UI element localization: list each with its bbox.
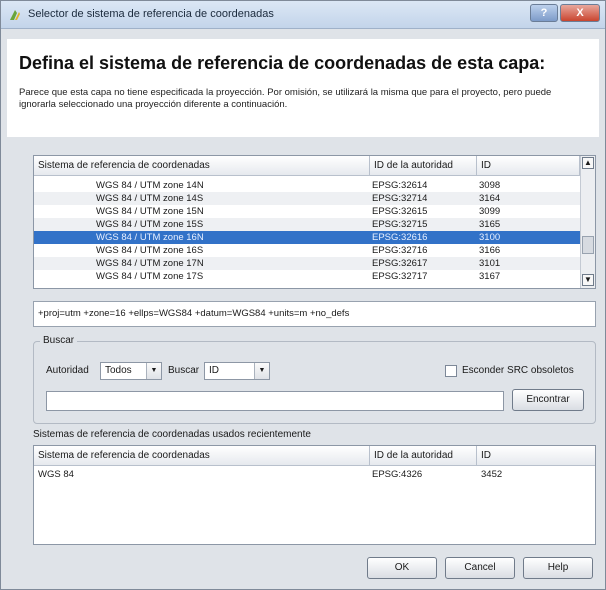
title-bar: Selector de sistema de referencia de coo… xyxy=(1,1,605,29)
table-row[interactable]: WGS 84 / UTM zone 15N EPSG:32615 3099 xyxy=(34,205,580,218)
page-title: Defina el sistema de referencia de coord… xyxy=(19,53,546,73)
crs-id: 3099 xyxy=(479,206,501,217)
crs-authority: EPSG:32714 xyxy=(372,193,428,204)
table-row[interactable]: WGS 84 EPSG:4326 3452 xyxy=(34,468,595,481)
crs-table-scrollbar[interactable]: ▲ ▼ xyxy=(580,156,595,288)
table-row[interactable]: WGS 84 / UTM zone 17S EPSG:32717 3167 xyxy=(34,270,580,288)
authority-combo-value: Todos xyxy=(105,365,132,376)
search-input[interactable] xyxy=(46,391,504,411)
hide-obsolete-checkbox[interactable] xyxy=(445,365,457,377)
crs-id: 3100 xyxy=(479,232,501,243)
crs-id: 3166 xyxy=(479,245,501,256)
table-row[interactable]: WGS 84 / UTM zone 14S EPSG:32714 3164 xyxy=(34,192,580,205)
crs-id: 3101 xyxy=(479,258,501,269)
crs-name: WGS 84 xyxy=(38,469,74,480)
authority-label: Autoridad xyxy=(46,365,89,376)
search-group-label: Buscar xyxy=(40,335,78,346)
crs-name: WGS 84 / UTM zone 14N xyxy=(96,180,204,191)
search-by-combo[interactable]: ID ▼ xyxy=(204,362,270,380)
crs-id: 3167 xyxy=(479,271,501,282)
hide-obsolete-label: Esconder SRC obsoletos xyxy=(462,365,574,376)
recent-table-header: Sistema de referencia de coordenadas ID … xyxy=(34,446,595,466)
crs-name: WGS 84 / UTM zone 16S xyxy=(96,245,204,256)
crs-authority: EPSG:32715 xyxy=(372,219,428,230)
crs-id: 3165 xyxy=(479,219,501,230)
search-group: Buscar Autoridad Todos ▼ Buscar ID ▼ Esc… xyxy=(33,335,596,424)
crs-authority: EPSG:32716 xyxy=(372,245,428,256)
crs-authority: EPSG:32717 xyxy=(372,271,428,282)
column-header-id[interactable]: ID xyxy=(477,156,580,176)
crs-selector-dialog: Selector de sistema de referencia de coo… xyxy=(0,0,606,590)
column-header-crs[interactable]: Sistema de referencia de coordenadas xyxy=(34,446,370,466)
help-title-button[interactable]: ? xyxy=(530,4,558,22)
crs-id: 3452 xyxy=(481,469,503,480)
crs-table-header: Sistema de referencia de coordenadas ID … xyxy=(34,156,580,176)
cancel-button[interactable]: Cancel xyxy=(445,557,515,579)
recent-crs-table[interactable]: Sistema de referencia de coordenadas ID … xyxy=(33,445,596,545)
crs-authority: EPSG:32614 xyxy=(372,180,428,191)
crs-name: WGS 84 / UTM zone 14S xyxy=(96,193,204,204)
header-panel: Defina el sistema de referencia de coord… xyxy=(7,39,599,137)
crs-authority: EPSG:32615 xyxy=(372,206,428,217)
ok-button[interactable]: OK xyxy=(367,557,437,579)
crs-authority: EPSG:32617 xyxy=(372,258,428,269)
crs-name: WGS 84 / UTM zone 16N xyxy=(96,232,204,243)
proj-string-field: +proj=utm +zone=16 +ellps=WGS84 +datum=W… xyxy=(33,301,596,327)
crs-authority: EPSG:32616 xyxy=(372,232,428,243)
qgis-app-icon xyxy=(10,10,20,20)
window-title: Selector de sistema de referencia de coo… xyxy=(28,8,274,20)
chevron-down-icon: ▼ xyxy=(146,363,161,379)
column-header-authority-id[interactable]: ID de la autoridad xyxy=(370,156,477,176)
column-header-id[interactable]: ID xyxy=(477,446,595,466)
table-row-selected[interactable]: WGS 84 / UTM zone 16N EPSG:32616 3100 xyxy=(34,231,580,244)
search-by-combo-value: ID xyxy=(209,365,219,376)
authority-combo[interactable]: Todos ▼ xyxy=(100,362,162,380)
crs-name: WGS 84 / UTM zone 17N xyxy=(96,258,204,269)
chevron-down-icon: ▼ xyxy=(254,363,269,379)
scroll-down-button[interactable]: ▼ xyxy=(582,274,594,286)
close-window-button[interactable]: X xyxy=(560,4,600,22)
recent-crs-label: Sistemas de referencia de coordenadas us… xyxy=(33,429,311,440)
search-by-label: Buscar xyxy=(168,365,200,376)
find-button[interactable]: Encontrar xyxy=(512,389,584,411)
crs-id: 3164 xyxy=(479,193,501,204)
crs-authority: EPSG:4326 xyxy=(372,469,423,480)
column-header-crs[interactable]: Sistema de referencia de coordenadas xyxy=(34,156,370,176)
header-description: Parece que esta capa no tiene especifica… xyxy=(19,87,552,110)
scroll-thumb[interactable] xyxy=(582,236,594,254)
crs-name: WGS 84 / UTM zone 15N xyxy=(96,206,204,217)
table-row[interactable]: WGS 84 / UTM zone 16S EPSG:32716 3166 xyxy=(34,244,580,257)
crs-name: WGS 84 / UTM zone 17S xyxy=(96,271,204,282)
table-row[interactable]: WGS 84 / UTM zone 14N EPSG:32614 3098 xyxy=(34,179,580,192)
help-button[interactable]: Help xyxy=(523,557,593,579)
scroll-up-button[interactable]: ▲ xyxy=(582,157,594,169)
crs-id: 3098 xyxy=(479,180,501,191)
table-row[interactable]: WGS 84 / UTM zone 15S EPSG:32715 3165 xyxy=(34,218,580,231)
crs-name: WGS 84 / UTM zone 15S xyxy=(96,219,204,230)
crs-table[interactable]: Sistema de referencia de coordenadas ID … xyxy=(33,155,596,289)
table-row[interactable]: WGS 84 / UTM zone 17N EPSG:32617 3101 xyxy=(34,257,580,270)
column-header-authority-id[interactable]: ID de la autoridad xyxy=(370,446,477,466)
